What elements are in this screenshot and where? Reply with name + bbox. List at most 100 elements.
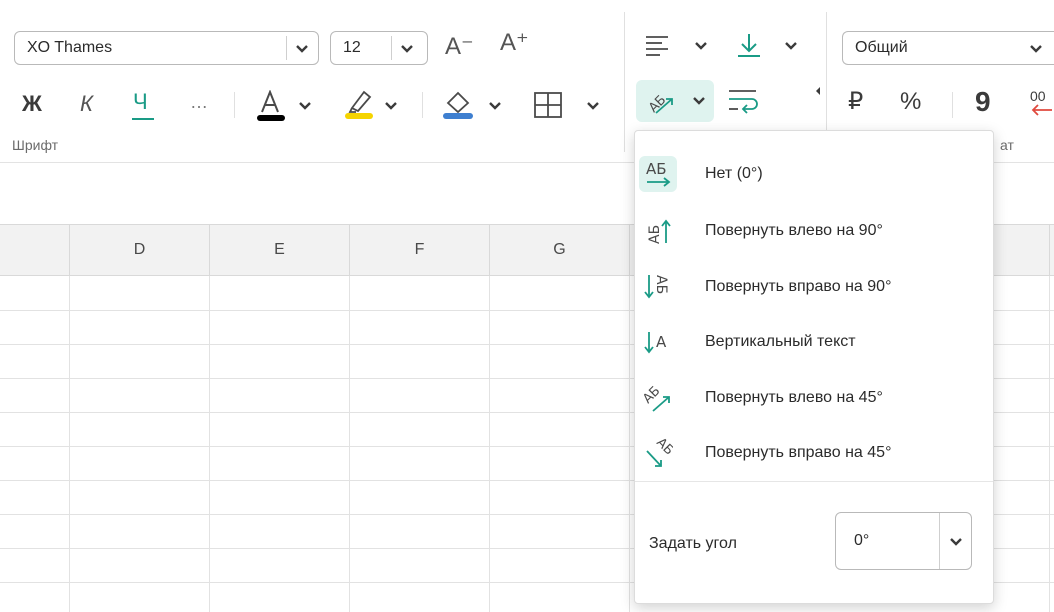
text-orientation-button[interactable]: АБ [636, 80, 714, 122]
column-header-e[interactable]: E [209, 225, 349, 275]
column-header-g[interactable]: G [489, 225, 629, 275]
menu-item-icon-box: А [639, 324, 677, 360]
wrap-text-icon [729, 90, 758, 114]
borders-button[interactable] [530, 86, 608, 126]
menu-item-label: Повернуть вправо на 90° [705, 278, 892, 295]
menu-item-rotate-left-45[interactable]: АБ Повернуть влево на 45° [635, 371, 993, 425]
menu-item-rotate-left-90[interactable]: АБ Повернуть влево на 90° [635, 204, 993, 258]
chevron-down-icon[interactable] [949, 537, 963, 547]
underline-button-bar [132, 118, 154, 120]
chevron-down-icon [1030, 45, 1042, 53]
rotate-left-45-icon: АБ [643, 384, 670, 412]
column-line [349, 276, 350, 612]
bold-button[interactable]: Ж [22, 93, 42, 115]
vertical-align-button[interactable] [732, 28, 804, 64]
menu-item-icon-box: АБ [639, 269, 677, 305]
font-name-select[interactable]: XO Thames [14, 31, 319, 65]
toolbar-divider [952, 92, 953, 118]
svg-text:АБ: АБ [653, 275, 669, 294]
chevron-down-icon [695, 42, 707, 50]
column-header-f[interactable]: F [349, 225, 489, 275]
column-line [209, 276, 210, 612]
highlighter-icon [345, 90, 373, 119]
align-left-icon [646, 36, 668, 56]
menu-item-selected-bg: АБ [639, 156, 677, 192]
align-bottom-icon [738, 34, 760, 57]
font-name-value: XO Thames [27, 39, 113, 56]
decimals-glyph: 00 [1030, 88, 1046, 104]
underline-button[interactable]: Ч [133, 91, 148, 113]
thousands-separator-button[interactable]: 9 [975, 88, 991, 116]
font-size-select[interactable]: 12 [330, 31, 428, 65]
font-size-value: 12 [343, 39, 361, 56]
column-line [69, 276, 70, 612]
svg-text:АБ: АБ [646, 160, 667, 178]
number-group-label: ат [1000, 137, 1014, 153]
menu-item-label: Повернуть влево на 90° [705, 222, 883, 239]
chevron-down-icon [401, 45, 413, 53]
borders-icon [534, 92, 562, 118]
arrow-left-icon [1031, 104, 1052, 116]
svg-text:АБ: АБ [647, 225, 663, 244]
toolbar-divider [234, 92, 235, 118]
combo-divider [939, 513, 940, 569]
more-font-options-button[interactable]: … [190, 93, 208, 111]
menu-item-vertical-text[interactable]: А Вертикальный текст [635, 315, 993, 369]
text-orientation-menu: АБ Нет (0°) АБ Повернуть влево на 90° АБ… [634, 130, 994, 604]
horizontal-align-button[interactable] [640, 28, 712, 64]
font-color-icon [257, 90, 285, 121]
menu-item-icon-box: АБ [639, 380, 677, 416]
set-angle-label: Задать угол [649, 535, 737, 552]
chevron-down-icon [489, 102, 501, 110]
svg-text:АБ: АБ [643, 384, 663, 407]
column-line [629, 276, 630, 612]
column-line [489, 276, 490, 612]
menu-item-label: Вертикальный текст [705, 333, 856, 350]
rotate-right-90-icon: АБ [644, 275, 669, 299]
menu-item-rotate-right-90[interactable]: АБ Повернуть вправо на 90° [635, 260, 993, 314]
font-group-label: Шрифт [12, 137, 59, 153]
menu-item-rotate-right-45[interactable]: АБ Повернуть вправо на 45° [635, 426, 993, 480]
menu-item-label: Повернуть вправо на 45° [705, 444, 892, 461]
chevron-down-icon [385, 102, 397, 110]
currency-format-button[interactable]: ₽ [848, 90, 863, 114]
decrease-font-size-button[interactable]: A⁻ [445, 35, 474, 59]
wrap-text-button[interactable] [724, 82, 764, 120]
menu-item-icon-box: АБ [639, 213, 677, 249]
decrease-decimal-button[interactable]: 00 [1030, 88, 1054, 124]
angle-input-value: 0° [854, 532, 870, 549]
number-format-select[interactable]: Общий [842, 31, 1054, 65]
chevron-down-icon [693, 97, 705, 105]
text-rotate-icon: АБ [646, 93, 673, 116]
combo-divider [391, 36, 392, 60]
column-line [1049, 276, 1050, 612]
group-divider [624, 12, 625, 152]
rotate-right-45-icon: АБ [646, 437, 673, 467]
vertical-text-icon: А [644, 332, 667, 354]
menu-item-label: Нет (0°) [705, 165, 763, 182]
increase-font-size-button[interactable]: A⁺ [500, 31, 529, 55]
menu-item-label: Повернуть влево на 45° [705, 389, 883, 406]
chevron-down-icon [296, 45, 308, 53]
column-header-d[interactable]: D [69, 225, 209, 275]
combo-divider [286, 36, 287, 60]
menu-item-no-rotation[interactable]: АБ Нет (0°) [635, 147, 993, 201]
rotate-left-90-icon: АБ [647, 219, 671, 244]
italic-button[interactable]: К [80, 93, 93, 115]
number-format-value: Общий [855, 39, 908, 56]
svg-text:АБ: АБ [653, 437, 673, 458]
toolbar-divider [422, 92, 423, 118]
column-header-k[interactable] [1049, 225, 1054, 275]
percent-format-button[interactable]: % [900, 90, 921, 114]
menu-item-icon-box: АБ [639, 435, 677, 471]
chevron-down-icon [785, 42, 797, 50]
fill-color-button[interactable] [438, 86, 510, 126]
menu-divider [635, 481, 993, 482]
angle-input[interactable]: 0° [835, 512, 972, 570]
paint-bucket-icon [443, 91, 473, 119]
highlight-color-button[interactable] [340, 86, 410, 126]
caret-left-icon [816, 87, 820, 95]
chevron-down-icon [299, 102, 311, 110]
font-color-button[interactable] [252, 86, 322, 126]
svg-text:А: А [656, 333, 667, 351]
